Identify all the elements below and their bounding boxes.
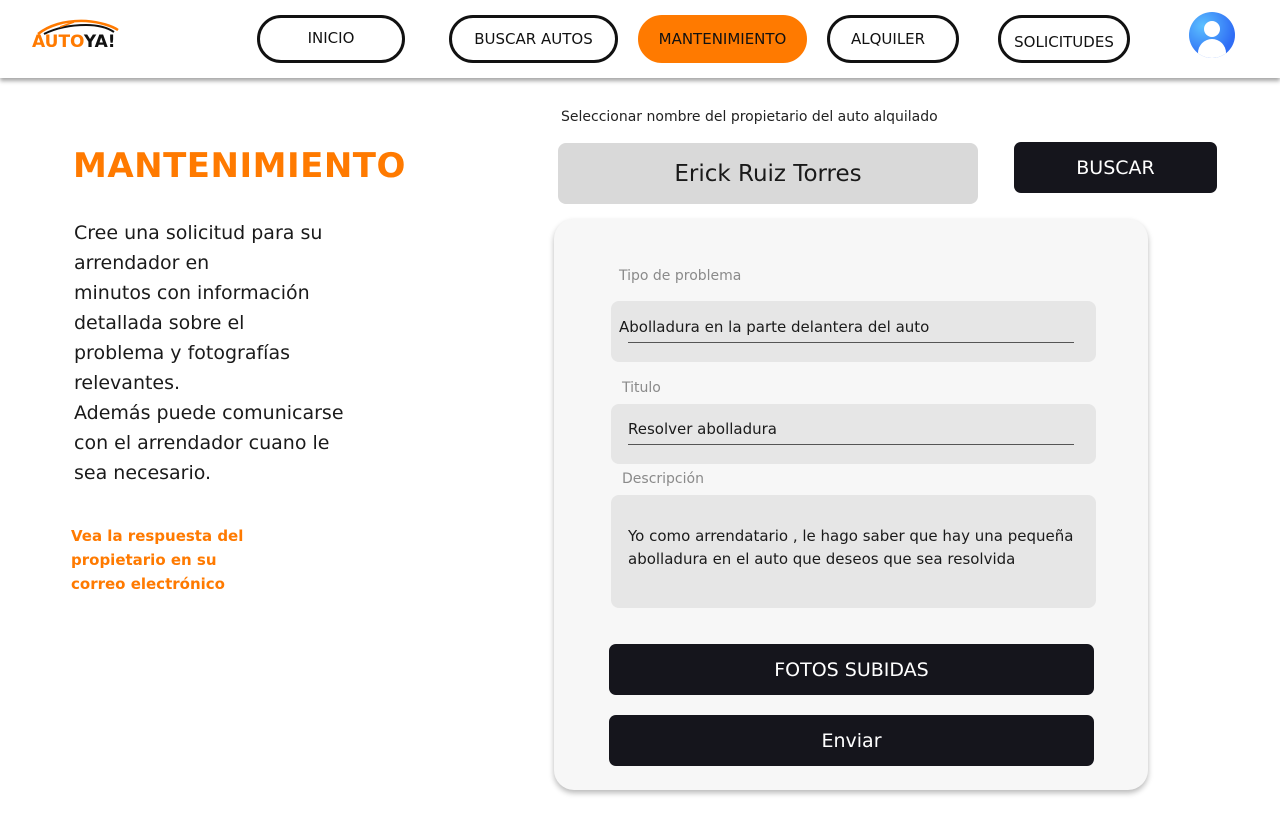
autoya-logo[interactable]: AUTOYA!	[32, 16, 122, 56]
note-line: Vea la respuesta del	[71, 527, 244, 545]
description-line: Yo como arrendatario , le hago saber que…	[628, 527, 1074, 545]
title-value: Resolver abolladura	[628, 420, 777, 438]
description-field[interactable]: Yo como arrendatario , le hago saber que…	[611, 495, 1096, 608]
description-value: Yo como arrendatario , le hago saber que…	[628, 525, 1083, 571]
user-avatar-icon[interactable]	[1189, 12, 1235, 58]
problem-type-field[interactable]: Abolladura en la parte delantera del aut…	[611, 301, 1096, 362]
photos-uploaded-button[interactable]: FOTOS SUBIDAS	[609, 644, 1094, 695]
description-label: Descripción	[622, 471, 704, 487]
problem-type-label: Tipo de problema	[619, 268, 742, 284]
nav-buscar-autos[interactable]: BUSCAR AUTOS	[449, 15, 618, 63]
owner-select-label: Seleccionar nombre del propietario del a…	[561, 109, 938, 125]
maintenance-form-card: Tipo de problema Abolladura en la parte …	[554, 219, 1148, 790]
intro-line: Cree una solicitud para su	[74, 222, 323, 244]
intro-line: detallada sobre el	[74, 312, 245, 334]
title-label: Titulo	[622, 380, 661, 396]
owner-select-field[interactable]: Erick Ruiz Torres	[558, 143, 978, 204]
title-underline	[628, 444, 1074, 445]
note-line: correo electrónico	[71, 575, 225, 593]
brand-wordmark: AUTOYA!	[32, 32, 115, 52]
top-navbar: AUTOYA! INICIO BUSCAR AUTOS MANTENIMIENT…	[0, 0, 1280, 78]
submit-button[interactable]: Enviar	[609, 715, 1094, 766]
nav-inicio[interactable]: INICIO	[257, 15, 405, 63]
description-line: abolladura en el auto que deseos que sea…	[628, 550, 1016, 568]
intro-line: sea necesario.	[74, 462, 212, 484]
intro-line: problema y fotografías	[74, 342, 290, 364]
note-line: propietario en su	[71, 551, 217, 569]
nav-mantenimiento[interactable]: MANTENIMIENTO	[638, 15, 807, 63]
nav-alquiler[interactable]: ALQUILER	[827, 15, 959, 63]
problem-type-underline	[628, 342, 1074, 343]
page-title: MANTENIMIENTO	[73, 146, 406, 186]
email-note: Vea la respuesta del propietario en su c…	[71, 524, 271, 596]
avatar-body	[1198, 39, 1226, 58]
search-button[interactable]: BUSCAR	[1014, 142, 1217, 193]
brand-part-auto: AUTO	[32, 32, 84, 52]
intro-line: minutos con información	[74, 282, 310, 304]
intro-line: relevantes.	[74, 372, 181, 394]
intro-line: arrendador en	[74, 252, 210, 274]
avatar-head	[1204, 21, 1220, 37]
intro-text: Cree una solicitud para su arrendador en…	[74, 218, 374, 488]
intro-line: con el arrendador cuano le	[74, 432, 330, 454]
brand-part-ya: YA!	[83, 32, 116, 52]
problem-type-value: Abolladura en la parte delantera del aut…	[619, 318, 930, 336]
title-field[interactable]: Resolver abolladura	[611, 404, 1096, 464]
intro-line: Además puede comunicarse	[74, 402, 344, 424]
nav-solicitudes[interactable]: SOLICITUDES	[998, 15, 1130, 63]
